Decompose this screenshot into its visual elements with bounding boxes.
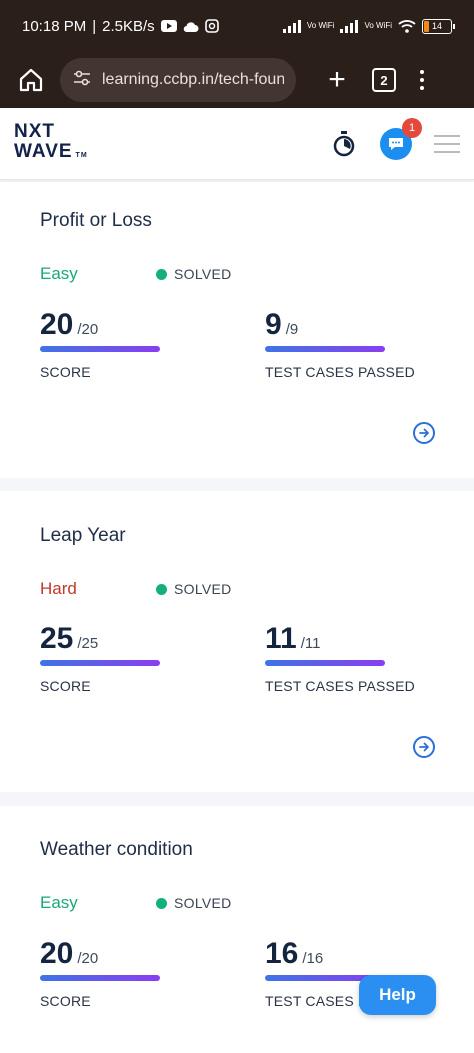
- signal-icon: [282, 19, 301, 33]
- hamburger-menu-button[interactable]: [434, 134, 460, 153]
- score-value: 20: [40, 937, 74, 970]
- app-header: NXT WAVE TM 1: [0, 108, 474, 180]
- status-badge: SOLVED: [156, 581, 232, 597]
- status-speed: 2.5KB/s: [102, 17, 155, 35]
- sim2-label: Vo WiFi: [364, 21, 392, 30]
- score-label: SCORE: [40, 678, 91, 694]
- solved-dot-icon: [156, 268, 167, 280]
- wifi-icon: [398, 19, 416, 33]
- question-card[interactable]: Leap Year Hard SOLVED 25/25 SCORE 11/11 …: [0, 491, 474, 792]
- score-total: /25: [77, 635, 99, 652]
- score-value: 25: [40, 622, 74, 655]
- score-metric: 20/20 SCORE: [40, 937, 160, 1009]
- status-bar: 10:18 PM | 2.5KB/s Vo WiFi Vo WiFi 14: [0, 0, 474, 52]
- question-card[interactable]: Profit or Loss Easy SOLVED 20/20 SCORE 9…: [0, 182, 474, 478]
- question-title: Weather condition: [40, 839, 193, 860]
- score-label: SCORE: [40, 993, 91, 1009]
- notification-badge: 1: [402, 117, 422, 138]
- difficulty-label: Easy: [40, 264, 78, 283]
- tests-passed-value: 9: [265, 308, 282, 341]
- tests-progress-bar: [265, 346, 385, 352]
- tune-icon[interactable]: [72, 68, 92, 93]
- browser-toolbar: learning.ccbp.in/tech-found + 2: [0, 52, 474, 108]
- score-value: 20: [40, 308, 74, 341]
- chat-icon: [389, 137, 403, 150]
- test-cases-metric: 9/9 TEST CASES PASSED: [265, 308, 415, 380]
- chat-button[interactable]: 1: [380, 117, 422, 160]
- battery-icon: 14: [422, 18, 455, 34]
- status-badge: SOLVED: [156, 895, 232, 911]
- tests-total: /16: [302, 950, 324, 967]
- cloud-icon: [183, 21, 199, 32]
- solved-dot-icon: [156, 583, 167, 595]
- score-progress-bar: [40, 660, 160, 666]
- score-metric: 25/25 SCORE: [40, 622, 160, 694]
- more-menu-button[interactable]: [420, 70, 424, 90]
- tests-total: /9: [285, 321, 299, 338]
- status-time: 10:18 PM: [22, 17, 87, 35]
- home-icon: [19, 68, 43, 92]
- help-button[interactable]: Help: [359, 975, 436, 1015]
- status-divider: |: [92, 17, 97, 35]
- arrow-right-circle-icon[interactable]: [413, 736, 435, 758]
- tests-label: TEST CASES PASSED: [265, 364, 415, 380]
- tests-total: /11: [300, 635, 321, 652]
- difficulty-label: Easy: [40, 893, 78, 912]
- nxtwave-logo[interactable]: NXT WAVE TM: [14, 121, 88, 166]
- score-metric: 20/20 SCORE: [40, 308, 160, 380]
- arrow-right-circle-icon[interactable]: [413, 422, 435, 444]
- home-button[interactable]: [16, 65, 46, 95]
- tests-passed-value: 16: [265, 937, 299, 970]
- question-title: Profit or Loss: [40, 210, 152, 231]
- sync-icon: [204, 19, 219, 33]
- difficulty-label: Hard: [40, 579, 77, 598]
- tests-label: TEST CASES PASSED: [265, 678, 415, 694]
- new-tab-button[interactable]: +: [322, 65, 352, 95]
- tests-passed-value: 11: [265, 622, 297, 655]
- score-progress-bar: [40, 975, 160, 981]
- score-total: /20: [77, 950, 99, 967]
- tab-switcher-button[interactable]: 2: [372, 68, 396, 92]
- solved-dot-icon: [156, 897, 167, 909]
- question-card[interactable]: Weather condition Easy SOLVED 20/20 SCOR…: [0, 806, 474, 1053]
- question-title: Leap Year: [40, 525, 126, 546]
- score-progress-bar: [40, 346, 160, 352]
- battery-level: 14: [431, 21, 442, 31]
- stopwatch-icon[interactable]: [330, 130, 358, 158]
- address-bar[interactable]: learning.ccbp.in/tech-found: [60, 58, 296, 102]
- score-label: SCORE: [40, 364, 91, 380]
- score-total: /20: [77, 321, 99, 338]
- test-cases-metric: 11/11 TEST CASES PASSED: [265, 622, 415, 694]
- sim1-label: Vo WiFi: [306, 21, 335, 30]
- tests-progress-bar: [265, 660, 385, 666]
- signal-icon-2: [340, 19, 359, 33]
- status-badge: SOLVED: [156, 266, 232, 282]
- url-text: learning.ccbp.in/tech-found: [102, 71, 284, 88]
- youtube-icon: [160, 20, 177, 32]
